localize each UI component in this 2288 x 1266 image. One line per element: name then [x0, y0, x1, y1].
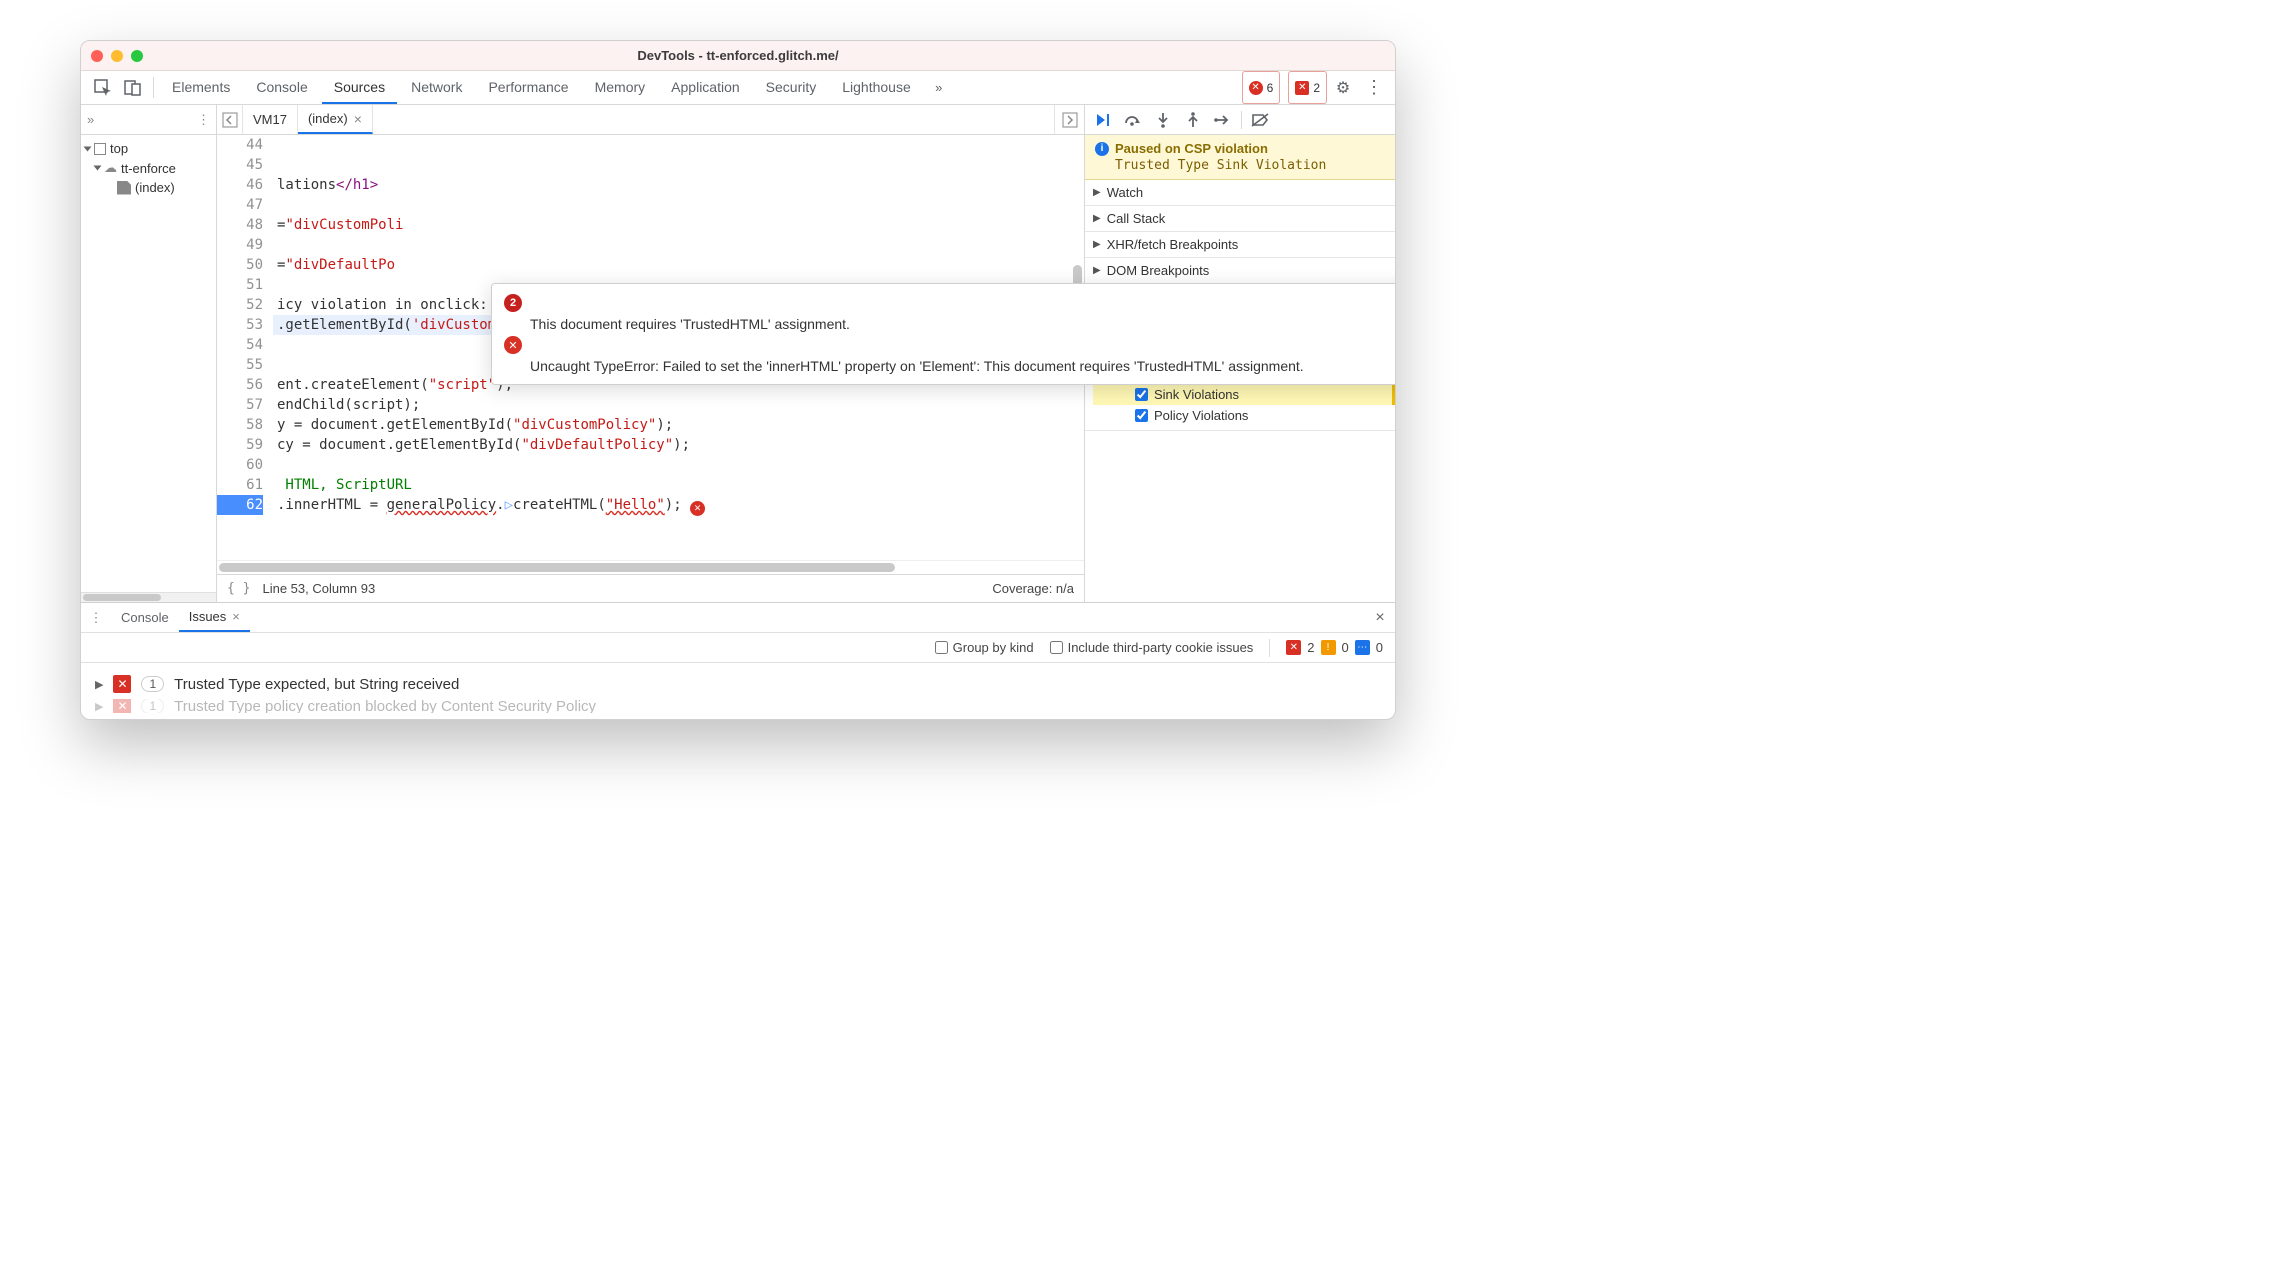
issue-row[interactable]: ▶ ✕ 1 Trusted Type policy creation block…	[81, 699, 1395, 713]
inspect-icon[interactable]	[89, 71, 117, 104]
disclosure-triangle-icon	[94, 166, 102, 171]
step-over-button[interactable]	[1119, 106, 1147, 134]
navigator-kebab-icon[interactable]: ⋮	[197, 112, 210, 128]
drawer-tabs: ⋮ Console Issues× ×	[81, 603, 1395, 633]
tab-lighthouse[interactable]: Lighthouse	[830, 71, 923, 104]
error-tooltip: 2 This document requires 'TrustedHTML' a…	[491, 283, 1396, 385]
tab-console[interactable]: Console	[244, 71, 319, 104]
issues-list: ▶ ✕ 1 Trusted Type expected, but String …	[81, 663, 1395, 719]
tab-sources[interactable]: Sources	[322, 71, 397, 104]
tab-network[interactable]: Network	[399, 71, 474, 104]
error-square-icon: ✕	[113, 675, 131, 693]
deactivate-breakpoints-button[interactable]	[1246, 106, 1274, 134]
document-icon	[117, 181, 131, 195]
drawer-tab-console[interactable]: Console	[111, 603, 179, 632]
navigator-panel: » ⋮ top tt-enforce (index)	[81, 105, 217, 602]
device-toggle-icon[interactable]	[119, 71, 147, 104]
window-title: DevTools - tt-enforced.glitch.me/	[81, 48, 1395, 63]
csp-sink-violations[interactable]: Sink Violations	[1093, 384, 1395, 405]
settings-icon[interactable]: ⚙	[1329, 71, 1357, 104]
navigator-toolbar: » ⋮	[81, 105, 216, 135]
csp-policy-violations[interactable]: Policy Violations	[1093, 405, 1395, 426]
group-by-kind-checkbox[interactable]: Group by kind	[935, 640, 1034, 655]
debugger-toolbar	[1085, 105, 1395, 135]
error-x-icon: ✕	[504, 336, 522, 354]
tree-top-frame[interactable]: top	[81, 139, 216, 158]
pretty-print-icon[interactable]: { }	[227, 581, 250, 596]
drawer-panel: ⋮ Console Issues× × Group by kind Includ…	[81, 602, 1395, 719]
tab-performance[interactable]: Performance	[476, 71, 580, 104]
warning-square-icon: !	[1321, 640, 1336, 655]
error-square-icon: ✕	[113, 699, 131, 713]
window-titlebar: DevTools - tt-enforced.glitch.me/	[81, 41, 1395, 71]
error-circle-icon: ✕	[1249, 81, 1263, 95]
step-into-button[interactable]	[1149, 106, 1177, 134]
checkbox-sink-violations[interactable]	[1135, 388, 1148, 401]
info-icon: i	[1095, 142, 1109, 156]
nav-forward-icon[interactable]	[1054, 105, 1084, 134]
drawer-tab-issues[interactable]: Issues×	[179, 603, 250, 632]
nav-back-icon[interactable]	[217, 105, 243, 134]
third-party-cookies-checkbox[interactable]: Include third-party cookie issues	[1050, 640, 1254, 655]
close-tab-icon[interactable]: ×	[354, 111, 362, 127]
issue-row[interactable]: ▶ ✕ 1 Trusted Type expected, but String …	[81, 669, 1395, 699]
drawer-close-icon[interactable]: ×	[1365, 603, 1395, 632]
close-tab-icon[interactable]: ×	[232, 609, 240, 624]
errors-badge[interactable]: ✕6	[1242, 71, 1281, 104]
more-navigator-icon[interactable]: »	[87, 112, 94, 127]
drawer-kebab-icon[interactable]: ⋮	[81, 603, 111, 632]
chevron-right-icon: ▶	[95, 678, 103, 691]
tab-memory[interactable]: Memory	[583, 71, 658, 104]
tab-application[interactable]: Application	[659, 71, 752, 104]
tree-origin[interactable]: tt-enforce	[81, 158, 216, 178]
cloud-icon	[104, 160, 117, 176]
tree-file-index[interactable]: (index)	[81, 178, 216, 197]
coverage-status: Coverage: n/a	[992, 581, 1074, 596]
frame-icon	[94, 143, 106, 155]
file-tree: top tt-enforce (index)	[81, 135, 216, 592]
disclosure-triangle-icon	[84, 146, 92, 151]
step-out-button[interactable]	[1179, 106, 1207, 134]
issue-count-badge: 1	[141, 699, 164, 713]
editor-statusbar: { } Line 53, Column 93 Coverage: n/a	[217, 574, 1084, 602]
panel-dom-breakpoints[interactable]: ▶DOM Breakpoints	[1085, 258, 1395, 283]
file-tab-vm17[interactable]: VM17	[243, 105, 298, 134]
panel-callstack[interactable]: ▶Call Stack	[1085, 206, 1395, 231]
checkbox-policy-violations[interactable]	[1135, 409, 1148, 422]
tab-elements[interactable]: Elements	[160, 71, 242, 104]
issues-badge[interactable]: ✕2	[1288, 71, 1327, 104]
file-tabs: VM17 (index)×	[217, 105, 1084, 135]
info-square-icon: ⋯	[1355, 640, 1370, 655]
cursor-position: Line 53, Column 93	[262, 581, 375, 596]
tab-security[interactable]: Security	[754, 71, 829, 104]
file-tab-index[interactable]: (index)×	[298, 105, 373, 134]
panel-xhr-breakpoints[interactable]: ▶XHR/fetch Breakpoints	[1085, 232, 1395, 257]
error-square-icon: ✕	[1295, 81, 1309, 95]
pause-reason: iPaused on CSP violation Trusted Type Si…	[1085, 135, 1395, 180]
resume-button[interactable]	[1089, 106, 1117, 134]
error-marker-icon[interactable]: ✕	[690, 501, 705, 516]
line-gutter: 44454647484950515253545556575859606162	[217, 135, 273, 560]
editor-hscrollbar[interactable]	[217, 560, 1084, 574]
devtools-tabbar: Elements Console Sources Network Perform…	[81, 71, 1395, 105]
navigator-hscrollbar[interactable]	[81, 592, 216, 602]
chevron-right-icon: ▶	[95, 700, 103, 713]
issues-toolbar: Group by kind Include third-party cookie…	[81, 633, 1395, 663]
panel-watch[interactable]: ▶Watch	[1085, 180, 1395, 205]
error-count-badge: 2	[504, 294, 522, 312]
error-square-icon: ✕	[1286, 640, 1301, 655]
issue-counts: ✕2 !0 ⋯0	[1286, 640, 1383, 655]
more-tabs-icon[interactable]: »	[925, 71, 953, 104]
step-button[interactable]	[1209, 106, 1237, 134]
devtools-window: DevTools - tt-enforced.glitch.me/ Elemen…	[80, 40, 1396, 720]
kebab-menu-icon[interactable]: ⋮	[1359, 71, 1387, 104]
issue-count-badge: 1	[141, 676, 164, 692]
